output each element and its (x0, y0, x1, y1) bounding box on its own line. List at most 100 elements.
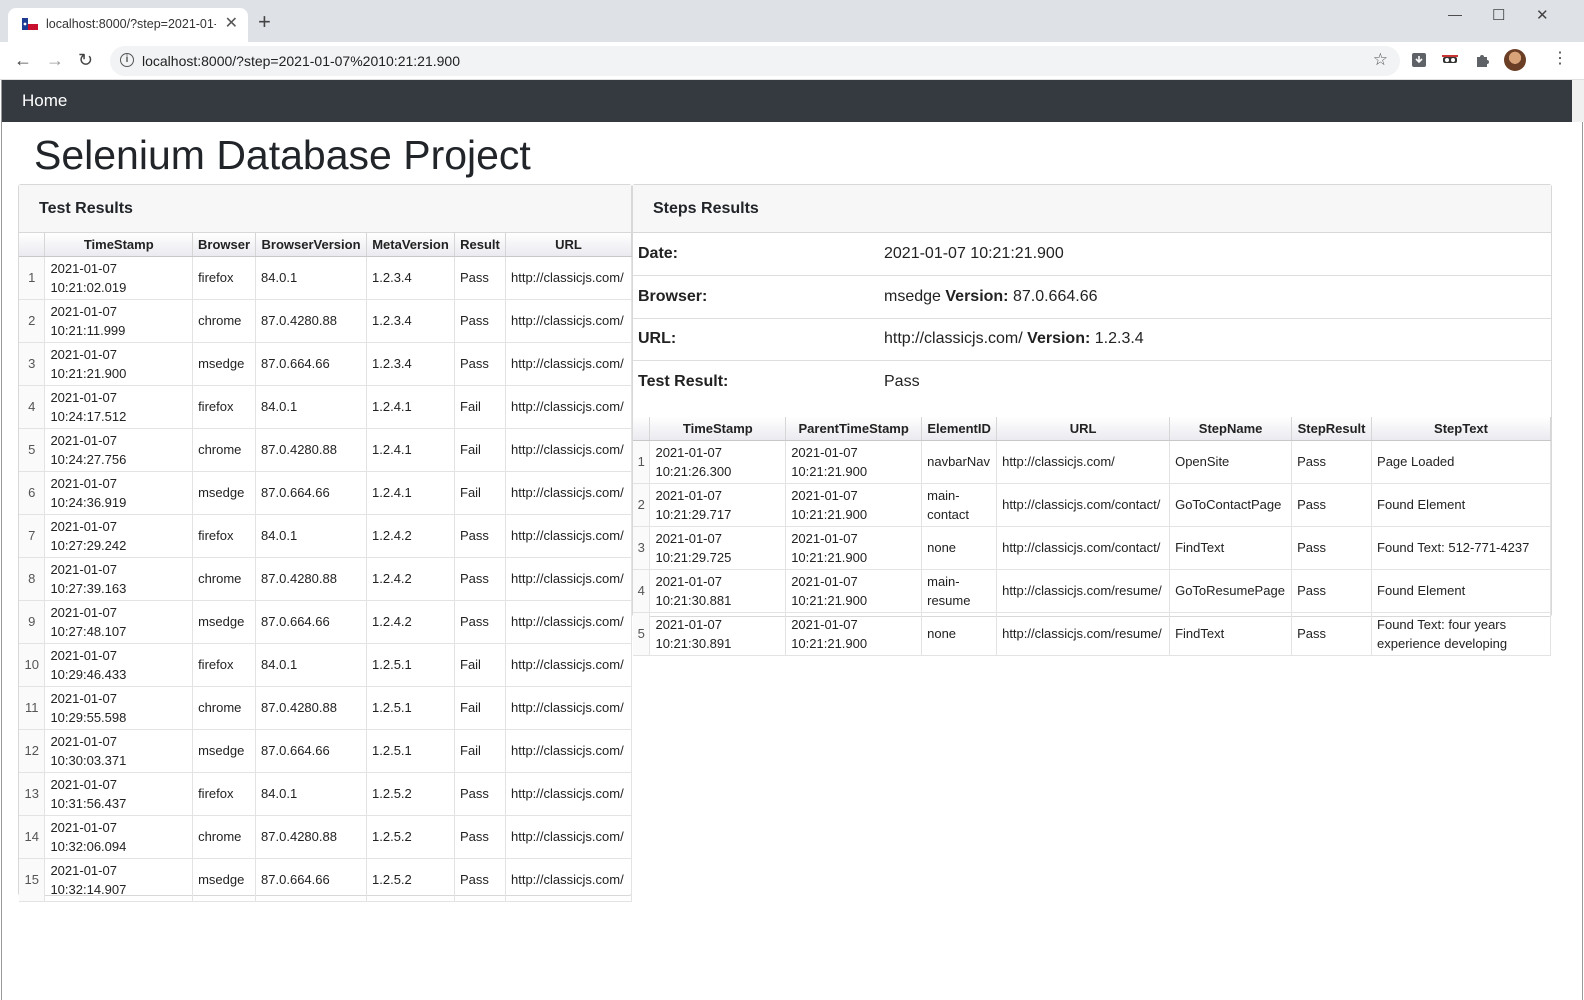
nav-home-link[interactable]: Home (22, 91, 67, 111)
table-row[interactable]: 3 2021-01-07 10:21:21.900 msedge 87.0.664.66… (19, 342, 633, 386)
table-row[interactable]: 5 2021-01-07 10:24:27.756 chrome 87.0.4280.8… (19, 428, 633, 472)
scrollbar[interactable] (1572, 80, 1584, 122)
table-row[interactable]: 6 2021-01-07 10:24:36.919 msedge 87.0.664.66… (19, 471, 633, 515)
minimize-icon[interactable]: — (1448, 6, 1462, 22)
table-row[interactable]: 1 2021-01-07 10:21:26.300 2021-01-07 10:21:2… (633, 440, 1551, 484)
table-row[interactable]: 10 2021-01-07 10:29:46.433 firefox 84.0.1 1.2… (19, 643, 633, 687)
timestamp-time: 10:24:17.512 (50, 408, 127, 424)
browser-cell: chrome (192, 686, 257, 730)
forward-arrow-icon[interactable]: → (46, 49, 64, 71)
element-id-cell: main-contact (921, 483, 998, 527)
back-arrow-icon[interactable]: ← (14, 49, 32, 71)
column-header[interactable]: Browser (192, 233, 257, 257)
url-cell: http://classicjs.com/ (505, 858, 633, 902)
maximize-icon[interactable]: ☐ (1492, 6, 1505, 24)
table-row[interactable]: 4 2021-01-07 10:24:17.512 firefox 84.0.1 1.2.… (19, 385, 633, 429)
incognito-extension-icon[interactable] (1441, 51, 1459, 69)
browser-tab[interactable]: localhost:8000/?step=2021-01-0 ✕ (8, 8, 248, 42)
parent-timestamp-cell: 2021-01-07 10:21:21.900 (785, 483, 923, 527)
close-window-icon[interactable]: ✕ (1536, 6, 1549, 24)
browser-cell: msedge (192, 729, 257, 773)
download-extension-icon[interactable] (1410, 51, 1428, 69)
table-row[interactable]: 5 2021-01-07 10:21:30.891 2021-01-07 10:21:2… (633, 612, 1551, 656)
bookmark-star-icon[interactable]: ☆ (1373, 50, 1388, 70)
step-result-cell: Pass (1291, 526, 1373, 570)
address-bar[interactable]: i localhost:8000/?step=2021-01-07%2010:2… (110, 46, 1400, 76)
table-row[interactable]: 7 2021-01-07 10:27:29.242 firefox 84.0.1 1.2.… (19, 514, 633, 558)
timestamp-cell: 2021-01-07 10:21:30.891 (649, 612, 787, 656)
column-header[interactable]: StepText (1371, 417, 1551, 441)
table-row[interactable]: 3 2021-01-07 10:21:29.725 2021-01-07 10:21:2… (633, 526, 1551, 570)
url-cell: http://classicjs.com/ (505, 514, 633, 558)
puzzle-extensions-icon[interactable] (1473, 51, 1491, 69)
meta-version-cell: 1.2.5.1 (366, 729, 455, 773)
table-row[interactable]: 12 2021-01-07 10:30:03.371 msedge 87.0.664.6… (19, 729, 633, 773)
meta-version-cell: 1.2.5.1 (366, 643, 455, 687)
meta-version-cell: 1.2.4.2 (366, 514, 455, 558)
row-number: 2 (633, 483, 651, 527)
timestamp-cell: 2021-01-07 10:21:30.881 (649, 569, 787, 613)
column-header[interactable]: ParentTimeStamp (785, 417, 923, 441)
row-number: 4 (633, 569, 651, 613)
table-row[interactable]: 1 2021-01-07 10:21:02.019 firefox 84.0.1 1.2.… (19, 256, 633, 300)
table-row[interactable]: 2 2021-01-07 10:21:29.717 2021-01-07 10:21:2… (633, 483, 1551, 527)
browser-version-cell: 87.0.4280.88 (255, 557, 368, 601)
reload-icon[interactable]: ↻ (78, 49, 93, 71)
test-results-header: Test Results (19, 185, 631, 233)
timestamp-time: 10:30:03.371 (50, 752, 127, 768)
step-text-line1: Found Text: 512-771-4237 (1377, 540, 1530, 556)
url-cell: http://classicjs.com/ (505, 815, 633, 859)
timestamp-cell: 2021-01-07 10:21:29.725 (649, 526, 787, 570)
row-number: 12 (19, 729, 46, 773)
test-results-card: Test Results TimeStamp Browser BrowserVers… (18, 184, 633, 902)
table-row[interactable]: 15 2021-01-07 10:32:14.907 msedge 87.0.664.6… (19, 858, 633, 902)
column-header[interactable]: TimeStamp (44, 233, 194, 257)
profile-avatar[interactable] (1504, 49, 1526, 71)
browser-version-cell: 87.0.664.66 (255, 858, 368, 902)
step-result-cell: Pass (1291, 612, 1373, 656)
column-header[interactable]: BrowserVersion (255, 233, 368, 257)
timestamp-time: 10:29:46.433 (50, 666, 127, 682)
browser-cell: chrome (192, 557, 257, 601)
step-name-cell: FindText (1169, 612, 1293, 656)
url-cell: http://classicjs.com/ (505, 772, 633, 816)
column-header[interactable]: ElementID (921, 417, 998, 441)
column-header[interactable]: URL (505, 233, 633, 257)
meta-version-cell: 1.2.4.1 (366, 471, 455, 515)
table-row[interactable]: 9 2021-01-07 10:27:48.107 msedge 87.0.664.66… (19, 600, 633, 644)
address-url[interactable]: localhost:8000/?step=2021-01-07%2010:21:… (142, 53, 460, 69)
timestamp-cell: 2021-01-07 10:21:02.019 (44, 256, 194, 300)
column-header[interactable]: Result (454, 233, 506, 257)
menu-kebab-icon[interactable]: ⋮ (1552, 50, 1568, 68)
table-row[interactable]: 11 2021-01-07 10:29:55.598 chrome 87.0.4280.… (19, 686, 633, 730)
timestamp-line2: 10:21:30.881 (655, 592, 732, 608)
column-header[interactable]: MetaVersion (366, 233, 455, 257)
new-tab-icon[interactable]: + (258, 11, 271, 33)
close-tab-icon[interactable]: ✕ (225, 15, 238, 33)
table-row[interactable]: 14 2021-01-07 10:32:06.094 chrome 87.0.4280.… (19, 815, 633, 859)
browser-version-value: 87.0.664.66 (1012, 287, 1098, 305)
column-header[interactable]: StepName (1169, 417, 1293, 441)
page-viewport: Home Selenium Database Project Test Resu… (1, 80, 1584, 1000)
timestamp-time: 10:32:14.907 (50, 881, 127, 897)
column-header[interactable]: TimeStamp (649, 417, 787, 441)
site-info-icon[interactable]: i (120, 53, 134, 67)
table-row[interactable]: 2 2021-01-07 10:21:11.999 chrome 87.0.4280.8… (19, 299, 633, 343)
parent-timestamp-cell: 2021-01-07 10:21:21.900 (785, 526, 923, 570)
table-row[interactable]: 13 2021-01-07 10:31:56.437 firefox 84.0.1 1.2… (19, 772, 633, 816)
timestamp-line2: 10:21:30.891 (655, 635, 732, 651)
column-header[interactable]: StepResult (1291, 417, 1373, 441)
table-row[interactable]: 8 2021-01-07 10:27:39.163 chrome 87.0.4280.8… (19, 557, 633, 601)
meta-version-label: Version: (1027, 330, 1091, 348)
parent-timestamp-line2: 10:21:21.900 (791, 463, 868, 479)
browser-cell: firefox (192, 514, 257, 558)
url-cell: http://classicjs.com/ (505, 385, 633, 429)
meta-version-cell: 1.2.4.1 (366, 385, 455, 429)
table-row[interactable]: 4 2021-01-07 10:21:30.881 2021-01-07 10:21:2… (633, 569, 1551, 613)
row-number: 6 (19, 471, 46, 515)
browser-version-cell: 87.0.4280.88 (255, 815, 368, 859)
browser-cell: msedge (192, 600, 257, 644)
column-header[interactable] (19, 233, 46, 257)
column-header[interactable] (633, 417, 651, 441)
column-header[interactable]: URL (996, 417, 1171, 441)
